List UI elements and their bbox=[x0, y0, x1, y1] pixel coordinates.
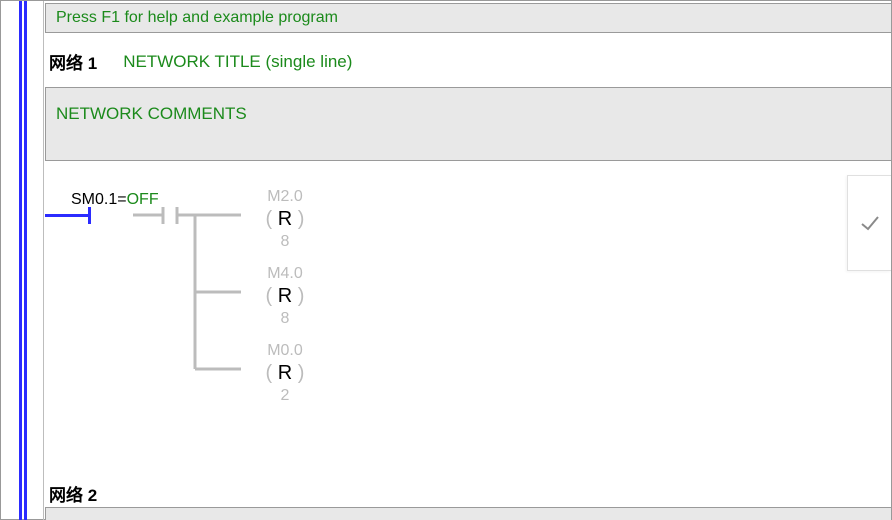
coil-3-address: M0.0 bbox=[235, 342, 335, 360]
network-2-label: 网络 2 bbox=[49, 481, 97, 506]
coil-2-symbol: ( R ) bbox=[235, 285, 335, 308]
check-icon bbox=[859, 212, 881, 234]
coil-2-type: R bbox=[278, 285, 292, 307]
coil-3-type: R bbox=[278, 362, 292, 384]
coil-2-count: 8 bbox=[235, 310, 335, 328]
gutter-divider bbox=[43, 1, 44, 520]
coil-2[interactable]: M4.0 ( R ) 8 bbox=[235, 265, 335, 328]
coil-1-type: R bbox=[278, 208, 292, 230]
help-hint-box: Press F1 for help and example program bbox=[45, 3, 891, 33]
network-1-label: 网络 1 bbox=[49, 49, 97, 74]
network-1-comments-box[interactable]: NETWORK COMMENTS bbox=[45, 87, 891, 161]
help-hint-text: Press F1 for help and example program bbox=[56, 9, 338, 27]
coil-3[interactable]: M0.0 ( R ) 2 bbox=[235, 342, 335, 405]
coil-1-count: 8 bbox=[235, 233, 335, 251]
ladder-wires bbox=[45, 185, 645, 445]
network-1-header[interactable]: 网络 1 NETWORK TITLE (single line) bbox=[45, 41, 891, 80]
coil-3-count: 2 bbox=[235, 387, 335, 405]
coil-1-address: M2.0 bbox=[235, 188, 335, 206]
network-1-title[interactable]: NETWORK TITLE (single line) bbox=[123, 52, 352, 72]
network-1-ladder[interactable]: SM0.1=OFF M2.0 ( R ) 8 M4.0 ( R ) 8 bbox=[45, 185, 891, 445]
coil-2-address: M4.0 bbox=[235, 265, 335, 283]
left-power-rail bbox=[19, 1, 27, 520]
coil-3-symbol: ( R ) bbox=[235, 362, 335, 385]
coil-1[interactable]: M2.0 ( R ) 8 bbox=[235, 188, 335, 251]
network-1-comments-text: NETWORK COMMENTS bbox=[56, 104, 247, 123]
network-2-comments-box[interactable] bbox=[45, 507, 891, 520]
editor-pane: Press F1 for help and example program 网络… bbox=[0, 0, 892, 520]
coil-1-symbol: ( R ) bbox=[235, 208, 335, 231]
check-button-pane[interactable] bbox=[847, 175, 891, 271]
